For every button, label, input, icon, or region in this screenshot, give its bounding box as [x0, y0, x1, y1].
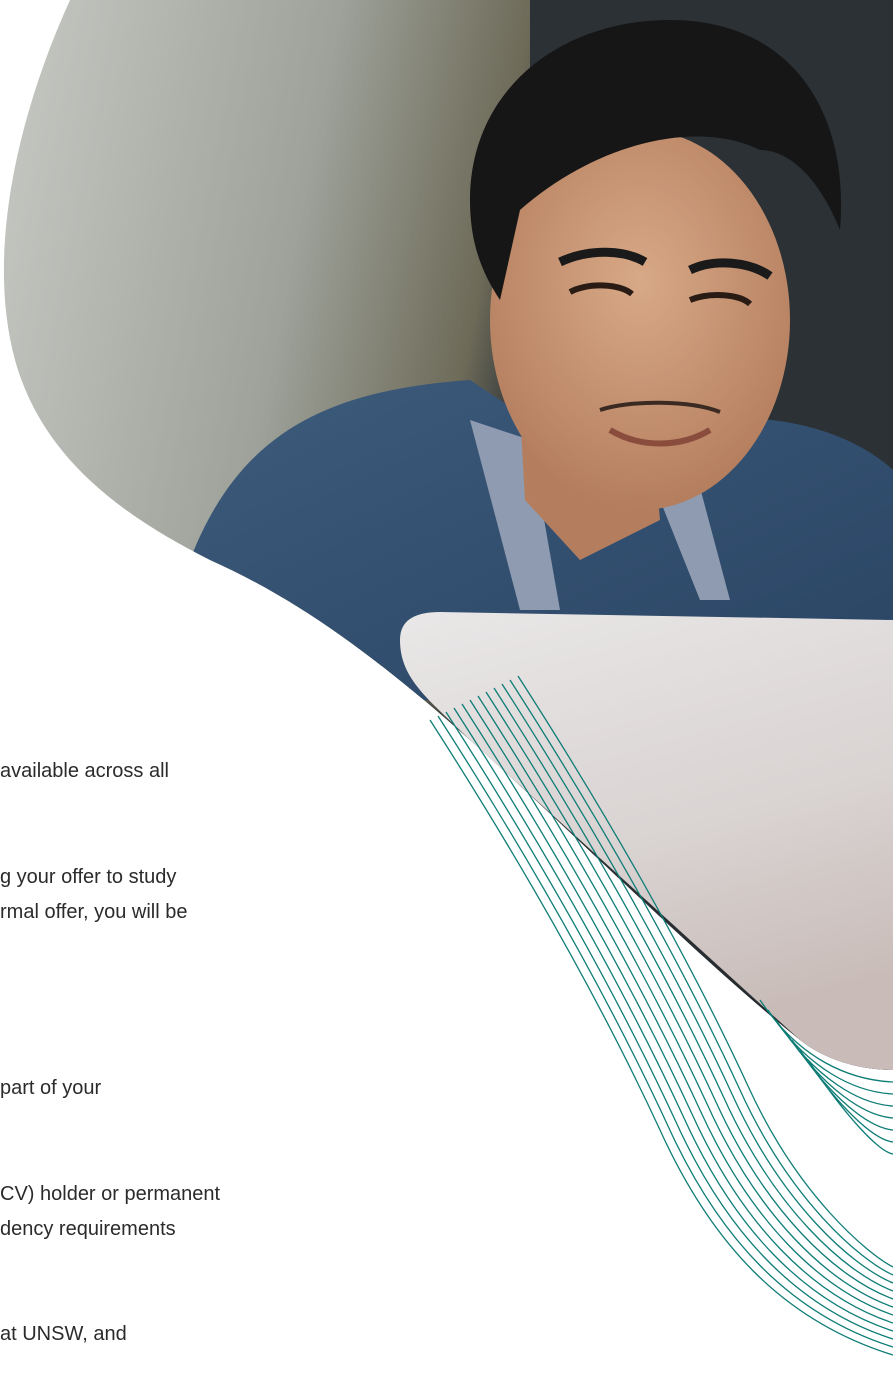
- body-text-line: g your offer to study: [0, 866, 177, 888]
- body-text-line: CV) holder or permanent: [0, 1183, 221, 1205]
- brochure-page: available across all g your offer to stu…: [0, 0, 893, 1381]
- hero-photo: [3, 0, 893, 1356]
- body-text-line: part of your: [0, 1077, 102, 1099]
- body-text-line: dency requirements: [0, 1218, 176, 1240]
- body-text-line: available across all: [0, 760, 169, 782]
- body-text-line: rmal offer, you will be: [0, 901, 188, 923]
- body-text-line: at UNSW, and: [0, 1323, 127, 1345]
